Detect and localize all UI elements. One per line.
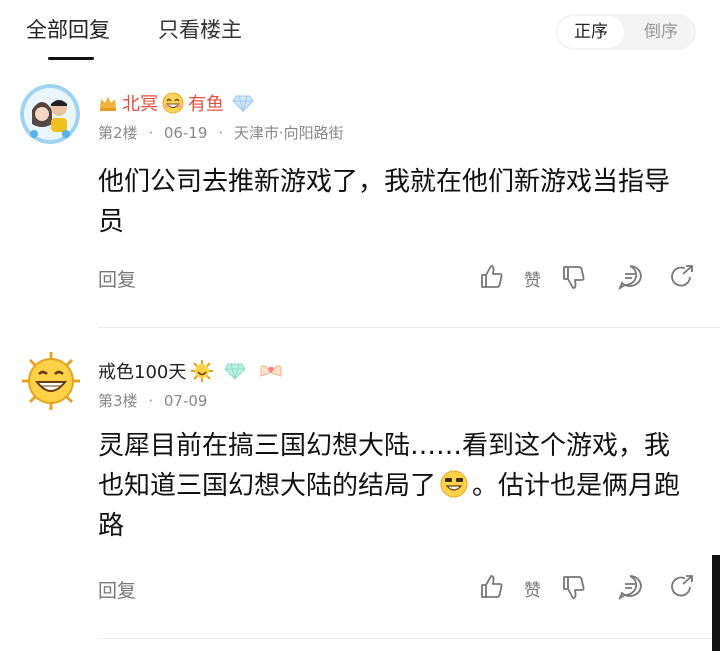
grin-emoji-icon [439, 469, 469, 499]
comment-item: 戒色100天 第3楼 · 07-09 灵犀目前在搞三国幻想大陆……看到这个游戏，… [0, 340, 720, 620]
tab-owner-only[interactable]: 只看楼主 [158, 14, 242, 44]
reply-button[interactable]: 回复 [98, 576, 136, 603]
sort-ascending-button[interactable]: 正序 [558, 16, 624, 48]
thumb-up-icon[interactable] [478, 573, 506, 601]
reply-button[interactable]: 回复 [98, 265, 136, 292]
comment-text: 灵犀目前在搞三国幻想大陆……看到这个游戏，我也知道三国幻想大陆的结局了 。估计也… [98, 426, 683, 546]
username-row: 北冥 有鱼 [98, 90, 254, 116]
username[interactable]: 北冥 [122, 90, 158, 116]
like-label[interactable]: 赞 [524, 576, 541, 601]
diamond-badge-icon [224, 362, 246, 381]
comment-date: 06-19 [163, 124, 208, 142]
comment-actions: 赞 [478, 263, 698, 293]
sort-descending-button[interactable]: 倒序 [628, 14, 694, 50]
share-icon[interactable] [668, 573, 696, 601]
thumb-down-icon[interactable] [560, 573, 588, 601]
thumb-up-icon[interactable] [478, 263, 506, 291]
sort-order-toggle: 正序 倒序 [556, 14, 696, 50]
diamond-badge-icon [232, 94, 254, 113]
smile-emoji-icon [162, 92, 184, 114]
comment-icon[interactable] [616, 263, 644, 291]
comment-item: 北冥 有鱼 第2楼 · 06-19 · 天津市·向阳路街 他们公司去推新游戏了，… [0, 80, 720, 330]
comment-divider [98, 638, 720, 639]
share-icon[interactable] [668, 263, 696, 291]
comment-text: 他们公司去推新游戏了，我就在他们新游戏当指导员 [98, 167, 671, 237]
comment-actions: 赞 [478, 573, 698, 603]
meta-separator: · [148, 124, 154, 142]
avatar[interactable] [20, 84, 80, 144]
avatar[interactable] [20, 350, 80, 410]
tab-all-replies[interactable]: 全部回复 [26, 14, 110, 44]
username-row: 戒色100天 [98, 358, 284, 384]
comment-icon[interactable] [616, 573, 644, 601]
floor-number: 第2楼 [98, 124, 138, 142]
heart-hands-icon [258, 362, 284, 380]
comment-meta: 第2楼 · 06-19 · 天津市·向阳路街 [98, 122, 344, 143]
sun-emoji-icon [190, 359, 214, 383]
meta-separator: · [148, 392, 154, 410]
floor-number: 第3楼 [98, 392, 138, 410]
comment-location: 天津市·向阳路街 [233, 124, 344, 142]
crown-icon [98, 94, 118, 112]
meta-separator: · [218, 124, 224, 142]
like-label[interactable]: 赞 [524, 266, 541, 291]
screen-edge-scrollbar[interactable] [712, 555, 720, 651]
comment-date: 07-09 [163, 392, 208, 410]
active-tab-indicator [48, 57, 94, 60]
comment-divider [98, 327, 720, 328]
username[interactable]: 戒色100天 [98, 358, 186, 384]
username-suffix[interactable]: 有鱼 [188, 90, 224, 116]
thumb-down-icon[interactable] [560, 263, 588, 291]
comment-meta: 第3楼 · 07-09 [98, 390, 207, 411]
reply-filter-bar: 全部回复 只看楼主 正序 倒序 [0, 0, 720, 62]
